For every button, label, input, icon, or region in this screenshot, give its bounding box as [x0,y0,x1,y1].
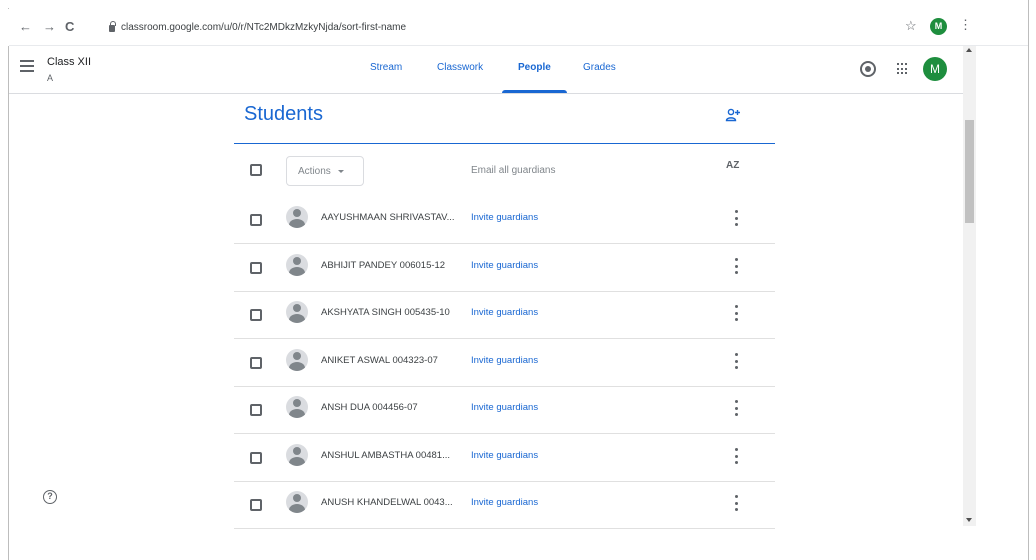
student-avatar-icon [286,206,308,228]
window-border-left [8,46,9,560]
hamburger-menu-icon[interactable] [20,60,34,72]
more-options-icon[interactable] [734,448,738,464]
student-checkbox[interactable] [250,309,262,321]
student-name[interactable]: ANSHUL AMBASTHA 00481... [321,450,461,461]
scroll-up-arrow-icon[interactable] [966,48,972,52]
class-section: A [47,73,54,83]
student-row: AAYUSHMAAN SHRIVASTAV... Invite guardians [234,197,775,244]
more-options-icon[interactable] [734,210,738,226]
more-options-icon[interactable] [734,495,738,511]
invite-guardians-link[interactable]: Invite guardians [471,260,538,271]
google-apps-icon[interactable] [897,63,909,75]
more-options-icon[interactable] [734,400,738,416]
student-name[interactable]: ANSH DUA 004456-07 [321,402,461,413]
student-checkbox[interactable] [250,357,262,369]
forward-arrow-icon[interactable]: → [43,18,56,36]
classroom-header: Class XII A Stream Classwork People Grad… [9,46,963,94]
student-checkbox[interactable] [250,214,262,226]
student-name[interactable]: ANIKET ASWAL 004323-07 [321,355,461,366]
back-arrow-icon[interactable]: ← [19,18,32,36]
active-tab-indicator [502,90,567,93]
student-checkbox[interactable] [250,452,262,464]
more-options-icon[interactable] [734,258,738,274]
student-checkbox[interactable] [250,262,262,274]
invite-student-icon[interactable] [725,107,741,123]
address-bar[interactable]: classroom.google.com/u/0/r/NTc2MDkzMzkyN… [109,16,969,38]
student-avatar-icon [286,254,308,276]
class-title[interactable]: Class XII [47,56,91,68]
students-heading: Students [244,103,323,125]
tab-stream[interactable]: Stream [370,62,402,73]
student-avatar-icon [286,444,308,466]
sort-az-icon[interactable]: AZ [726,160,739,171]
email-all-guardians-link[interactable]: Email all guardians [471,165,556,176]
actions-label: Actions [298,165,331,177]
student-row: ANSHUL AMBASTHA 00481... Invite guardians [234,435,775,482]
account-avatar[interactable]: M [923,57,947,81]
student-avatar-icon [286,396,308,418]
invite-guardians-link[interactable]: Invite guardians [471,212,538,223]
help-icon[interactable]: ? [43,490,57,504]
student-row: ANUSH KHANDELWAL 0043... Invite guardians [234,482,775,529]
invite-guardians-link[interactable]: Invite guardians [471,402,538,413]
student-avatar-icon [286,301,308,323]
tab-grades[interactable]: Grades [583,62,616,73]
student-checkbox[interactable] [250,404,262,416]
invite-guardians-link[interactable]: Invite guardians [471,355,538,366]
window-border-right [1028,0,1029,560]
student-avatar-icon [286,349,308,371]
student-row: ANIKET ASWAL 004323-07 Invite guardians [234,340,775,387]
student-row: ABHIJIT PANDEY 006015-12 Invite guardians [234,245,775,292]
scroll-thumb[interactable] [965,120,974,223]
student-name[interactable]: ABHIJIT PANDEY 006015-12 [321,260,461,271]
more-options-icon[interactable] [734,353,738,369]
browser-profile-avatar[interactable]: M [930,18,947,35]
students-divider [234,143,775,144]
actions-dropdown[interactable]: Actions [286,156,364,186]
student-row: AKSHYATA SINGH 005435-10 Invite guardians [234,292,775,339]
reload-icon[interactable]: C [65,18,74,36]
tab-people[interactable]: People [518,62,551,73]
settings-gear-icon[interactable] [860,61,876,77]
page-scrollbar[interactable] [963,46,976,526]
caret-down-icon [337,169,344,173]
browser-toolbar: ← → C classroom.google.com/u/0/r/NTc2MDk… [9,8,1028,46]
lock-icon [109,21,116,32]
student-row: ANSH DUA 004456-07 Invite guardians [234,387,775,434]
bookmark-star-icon[interactable]: ☆ [905,18,917,34]
student-avatar-icon [286,491,308,513]
student-name[interactable]: ANUSH KHANDELWAL 0043... [321,497,461,508]
invite-guardians-link[interactable]: Invite guardians [471,450,538,461]
tab-classwork[interactable]: Classwork [437,62,483,73]
student-checkbox[interactable] [250,499,262,511]
student-name[interactable]: AAYUSHMAAN SHRIVASTAV... [321,212,461,223]
student-name[interactable]: AKSHYATA SINGH 005435-10 [321,307,461,318]
select-all-checkbox[interactable] [250,164,262,176]
scroll-down-arrow-icon[interactable] [966,518,972,522]
invite-guardians-link[interactable]: Invite guardians [471,497,538,508]
invite-guardians-link[interactable]: Invite guardians [471,307,538,318]
url-text[interactable]: classroom.google.com/u/0/r/NTc2MDkzMzkyN… [121,22,406,33]
browser-menu-icon[interactable]: ⋮ [959,17,972,33]
more-options-icon[interactable] [734,305,738,321]
